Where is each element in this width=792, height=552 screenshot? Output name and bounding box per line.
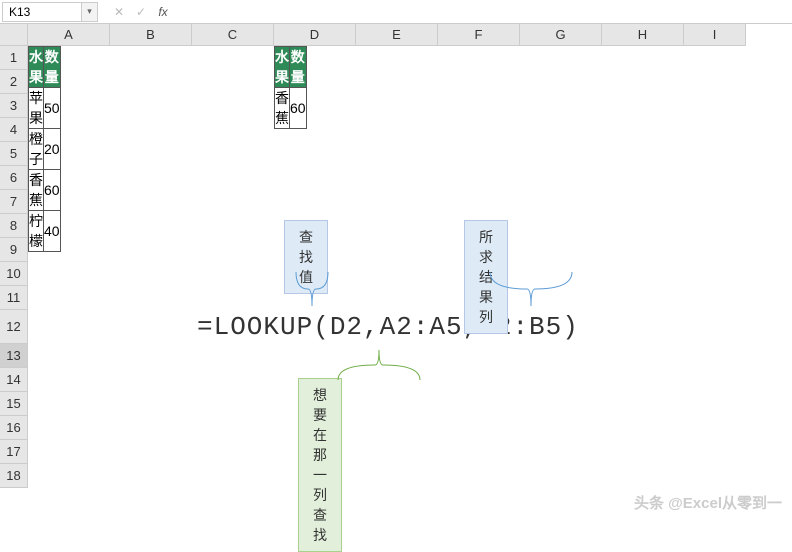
callout-search-col: 想要在那一列查找 (298, 378, 342, 552)
spreadsheet-grid: ABCDEFGHI 123456789101112131415161718 水果… (0, 24, 792, 46)
row-header-14[interactable]: 14 (0, 368, 28, 392)
name-box-dropdown[interactable]: ▾ (82, 2, 98, 22)
column-header-A[interactable]: A (28, 24, 110, 46)
row-headers: 123456789101112131415161718 (0, 46, 28, 488)
column-header-E[interactable]: E (356, 24, 438, 46)
table1-cell[interactable]: 苹果 (29, 88, 44, 129)
row-header-5[interactable]: 5 (0, 142, 28, 166)
formula-display-text: =LOOKUP(D2,A2:A5,B2:B5) (197, 312, 579, 342)
row-header-8[interactable]: 8 (0, 214, 28, 238)
column-header-B[interactable]: B (110, 24, 192, 46)
brace-lookup-value (292, 268, 332, 310)
row-header-11[interactable]: 11 (0, 286, 28, 310)
column-headers: ABCDEFGHI (28, 24, 746, 46)
confirm-icon[interactable]: ✓ (130, 2, 152, 22)
row-header-9[interactable]: 9 (0, 238, 28, 262)
column-header-D[interactable]: D (274, 24, 356, 46)
row-header-2[interactable]: 2 (0, 70, 28, 94)
fruit-table-lookup: 水果数量香蕉60 (274, 46, 307, 129)
column-header-G[interactable]: G (520, 24, 602, 46)
table2-cell[interactable]: 香蕉 (275, 88, 290, 129)
chevron-down-icon: ▾ (87, 6, 92, 17)
table2-header: 数量 (290, 47, 307, 88)
name-box[interactable] (2, 2, 82, 22)
table1-cell[interactable]: 20 (44, 129, 61, 170)
table1-cell[interactable]: 50 (44, 88, 61, 129)
table1-cell[interactable]: 60 (44, 170, 61, 211)
table1-cell[interactable]: 40 (44, 211, 61, 252)
brace-search-col (334, 346, 424, 384)
row-header-1[interactable]: 1 (0, 46, 28, 70)
column-header-C[interactable]: C (192, 24, 274, 46)
row-header-6[interactable]: 6 (0, 166, 28, 190)
table2-cell[interactable]: 60 (290, 88, 307, 129)
row-header-13[interactable]: 13 (0, 344, 28, 368)
cancel-icon[interactable]: ✕ (108, 2, 130, 22)
table1-header: 水果 (29, 47, 44, 88)
row-header-15[interactable]: 15 (0, 392, 28, 416)
row-header-18[interactable]: 18 (0, 464, 28, 488)
row-header-7[interactable]: 7 (0, 190, 28, 214)
formula-input[interactable] (174, 2, 792, 22)
watermark: 头条 @Excel从零到一 (634, 492, 782, 513)
table1-cell[interactable]: 橙子 (29, 129, 44, 170)
column-header-H[interactable]: H (602, 24, 684, 46)
row-header-10[interactable]: 10 (0, 262, 28, 286)
row-header-12[interactable]: 12 (0, 310, 28, 344)
row-header-16[interactable]: 16 (0, 416, 28, 440)
fruit-table-main: 水果数量苹果50橙子20香蕉60柠檬40 (28, 46, 61, 252)
row-header-3[interactable]: 3 (0, 94, 28, 118)
row-header-4[interactable]: 4 (0, 118, 28, 142)
select-all-corner[interactable] (0, 24, 28, 46)
column-header-I[interactable]: I (684, 24, 746, 46)
column-header-F[interactable]: F (438, 24, 520, 46)
table1-header: 数量 (44, 47, 61, 88)
table2-header: 水果 (275, 47, 290, 88)
brace-result-col (486, 268, 576, 310)
formula-bar-row: ▾ ✕ ✓ fx (0, 0, 792, 24)
fx-icon[interactable]: fx (152, 2, 174, 22)
row-header-17[interactable]: 17 (0, 440, 28, 464)
table1-cell[interactable]: 香蕉 (29, 170, 44, 211)
table1-cell[interactable]: 柠檬 (29, 211, 44, 252)
